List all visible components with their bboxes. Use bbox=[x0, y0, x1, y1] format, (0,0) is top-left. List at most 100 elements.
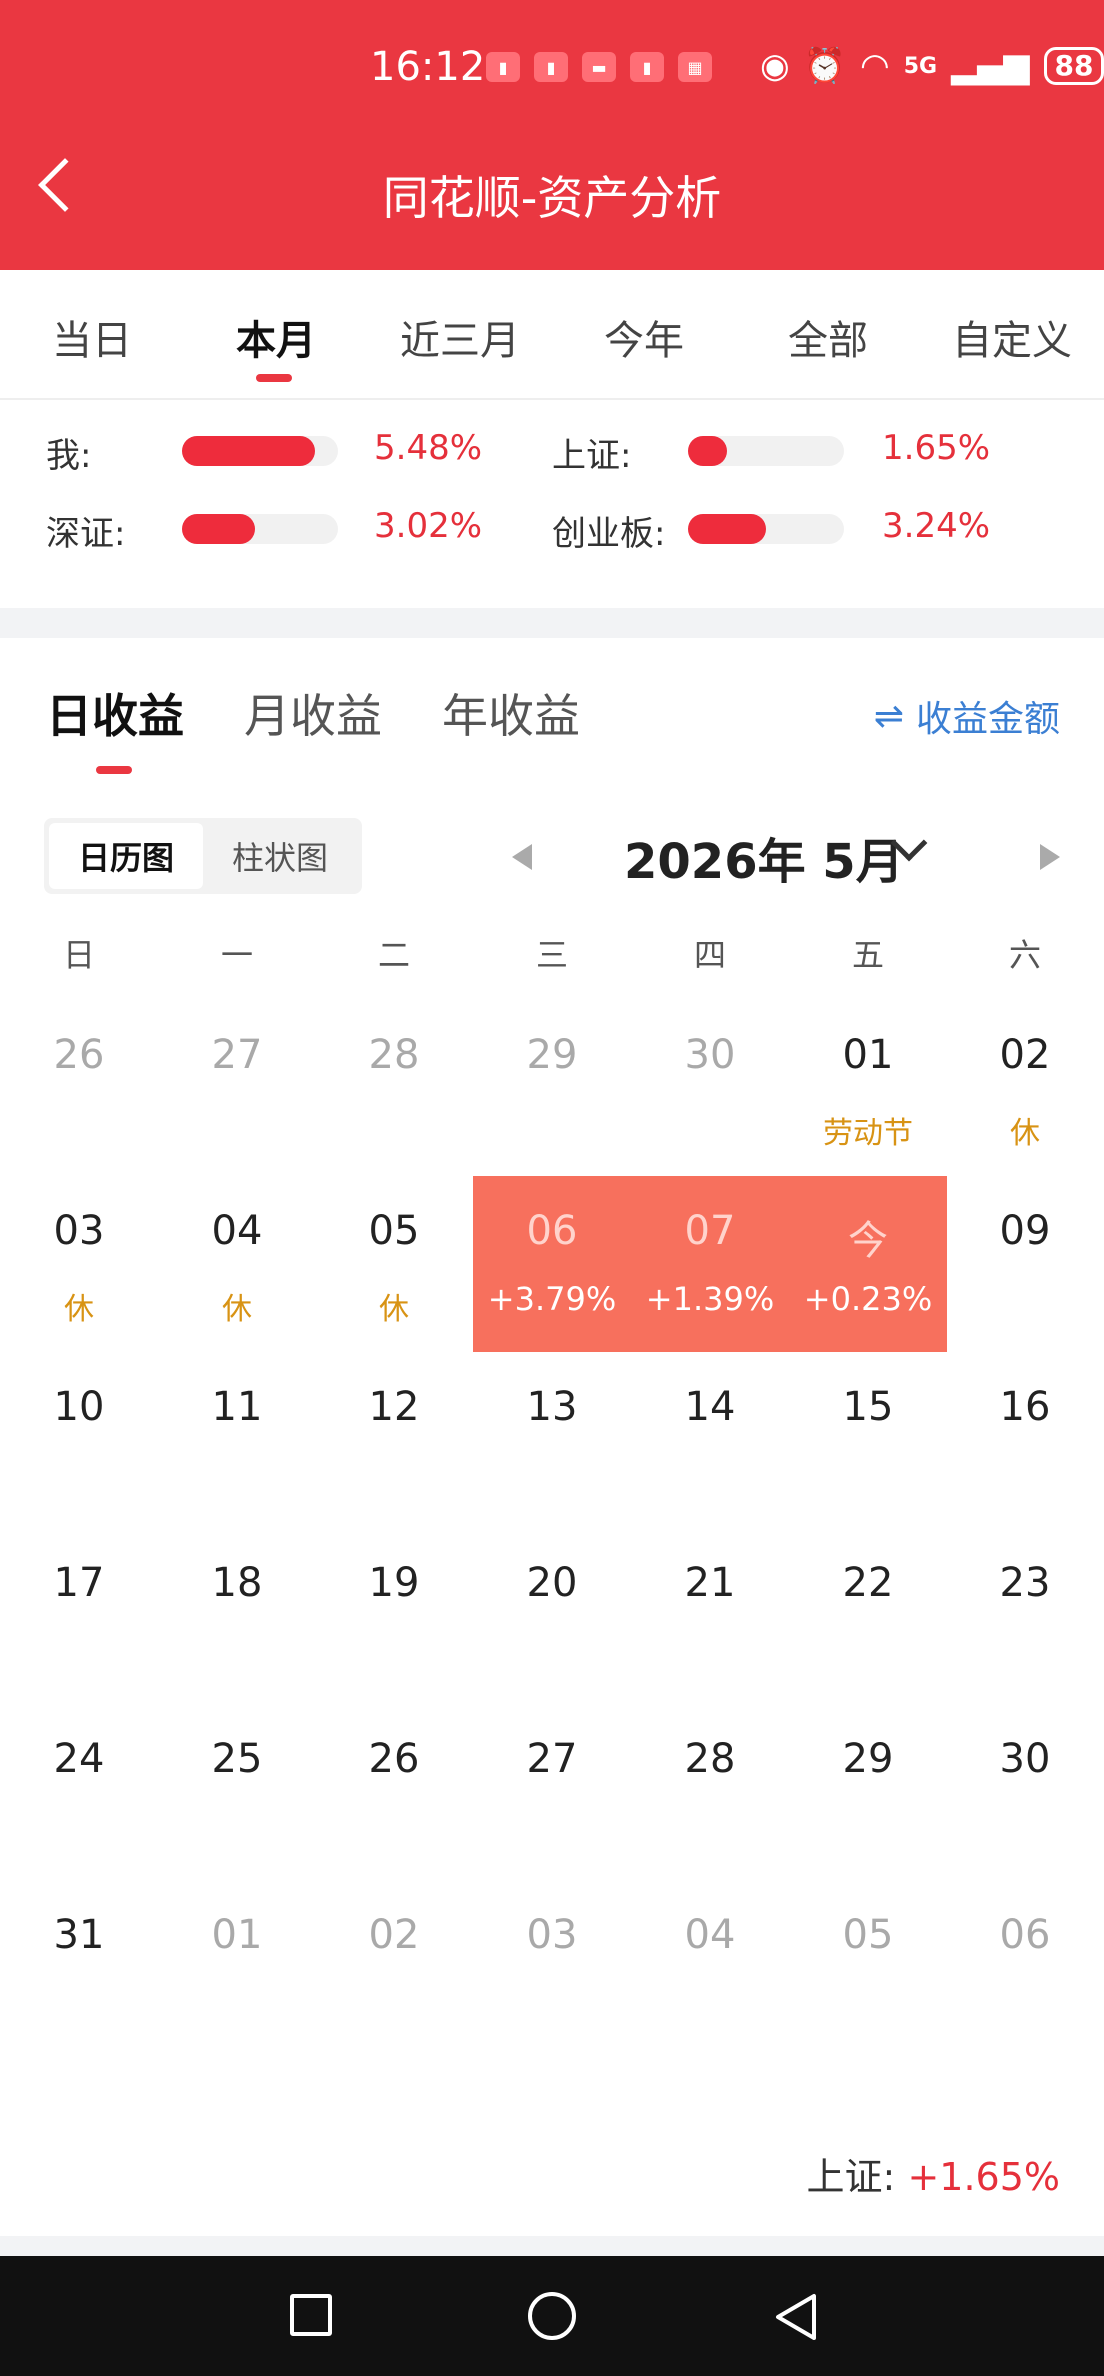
day-number: 09 bbox=[999, 1208, 1051, 1254]
next-month-arrow-icon[interactable] bbox=[1040, 844, 1060, 870]
day-number: 今 bbox=[848, 1218, 888, 1264]
calendar-day[interactable]: 10 bbox=[0, 1352, 158, 1528]
calendar-day[interactable]: 20 bbox=[473, 1528, 631, 1704]
tab-monthly-earnings[interactable]: 月收益 bbox=[244, 680, 382, 746]
calendar-day[interactable]: 26 bbox=[0, 1000, 158, 1176]
index-footer: 上证: +1.65% bbox=[807, 2146, 1060, 2201]
tab-yearly-earnings[interactable]: 年收益 bbox=[442, 680, 580, 746]
calendar-day[interactable]: 01 bbox=[158, 1880, 316, 2056]
calendar-day[interactable]: 24 bbox=[0, 1704, 158, 1880]
comparison-label: 上证: bbox=[552, 436, 632, 476]
calendar-day[interactable]: 12 bbox=[315, 1352, 473, 1528]
recent-apps-icon[interactable] bbox=[290, 2294, 332, 2336]
day-number: 27 bbox=[526, 1736, 578, 1782]
calendar-day-today[interactable]: 今 +0.23% bbox=[789, 1176, 947, 1352]
day-number: 27 bbox=[211, 1032, 263, 1078]
weekday-label: 日 bbox=[62, 936, 95, 974]
calendar-day[interactable]: 03 bbox=[473, 1880, 631, 2056]
calendar-day[interactable]: 05 休 bbox=[315, 1176, 473, 1352]
month-label[interactable]: 2026年 5月 bbox=[624, 822, 904, 892]
calendar-day[interactable]: 02 休 bbox=[946, 1000, 1104, 1176]
weekday-label: 一 bbox=[220, 936, 253, 974]
comparison-bar-track bbox=[688, 514, 844, 544]
comparison-label: 创业板: bbox=[552, 514, 666, 554]
app-header: 16:12 ▮ ▮ ▬ ▮ ▦ ◉ ⏰ ◠ 5G ▂▄▆ 88 同花顺-资产分析 bbox=[0, 0, 1104, 270]
prev-month-arrow-icon[interactable] bbox=[512, 844, 532, 870]
calendar-day[interactable]: 02 bbox=[315, 1880, 473, 2056]
calendar-day[interactable]: 17 bbox=[0, 1528, 158, 1704]
status-right-icons: ◉ ⏰ ◠ 5G ▂▄▆ 88 bbox=[760, 46, 1104, 86]
day-return: +3.79% bbox=[487, 1280, 617, 1318]
day-number: 03 bbox=[53, 1208, 105, 1254]
calendar-day[interactable]: 07 +1.39% bbox=[631, 1176, 789, 1352]
eye-icon: ◉ bbox=[760, 46, 790, 86]
app-notification-icon: ▮ bbox=[486, 52, 520, 82]
huawei-store-icon: ▬ bbox=[582, 52, 616, 82]
calendar-day[interactable]: 31 bbox=[0, 1880, 158, 2056]
tab-this-year[interactable]: 今年 bbox=[552, 308, 736, 366]
calendar-view-button[interactable]: 日历图 bbox=[49, 823, 203, 889]
signal-icon: ▂▄▆ bbox=[951, 46, 1030, 86]
calendar-day[interactable]: 21 bbox=[631, 1528, 789, 1704]
tab-last-three-months[interactable]: 近三月 bbox=[368, 308, 552, 366]
calendar-day[interactable]: 27 bbox=[158, 1000, 316, 1176]
status-bar: 16:12 ▮ ▮ ▬ ▮ ▦ ◉ ⏰ ◠ 5G ▂▄▆ 88 bbox=[0, 40, 1104, 94]
calendar-day[interactable]: 16 bbox=[946, 1352, 1104, 1528]
tab-all[interactable]: 全部 bbox=[736, 308, 920, 366]
day-holiday-label: 休 bbox=[1010, 1116, 1040, 1151]
calendar-day[interactable]: 11 bbox=[158, 1352, 316, 1528]
calendar-day[interactable]: 28 bbox=[315, 1000, 473, 1176]
calendar-day[interactable]: 19 bbox=[315, 1528, 473, 1704]
section-divider bbox=[0, 608, 1104, 638]
calendar-day[interactable]: 25 bbox=[158, 1704, 316, 1880]
calendar-day[interactable]: 14 bbox=[631, 1352, 789, 1528]
day-number: 14 bbox=[684, 1384, 736, 1430]
calendar-day[interactable]: 30 bbox=[631, 1000, 789, 1176]
calendar-day[interactable]: 06 +3.79% bbox=[473, 1176, 631, 1352]
calendar-day[interactable]: 15 bbox=[789, 1352, 947, 1528]
comparison-row: 创业板: 3.24% bbox=[552, 502, 1032, 554]
tab-custom[interactable]: 自定义 bbox=[920, 308, 1104, 366]
bar-chart-view-button[interactable]: 柱状图 bbox=[203, 823, 357, 889]
calendar-day[interactable]: 04 休 bbox=[158, 1176, 316, 1352]
day-number: 22 bbox=[842, 1560, 894, 1606]
calendar-day[interactable]: 09 bbox=[946, 1176, 1104, 1352]
wifi-icon: ◠ bbox=[860, 46, 890, 86]
day-number: 19 bbox=[368, 1560, 420, 1606]
calendar-day[interactable]: 28 bbox=[631, 1704, 789, 1880]
calendar-day[interactable]: 13 bbox=[473, 1352, 631, 1528]
calendar-day[interactable]: 23 bbox=[946, 1528, 1104, 1704]
day-number: 06 bbox=[526, 1208, 578, 1254]
tab-today[interactable]: 当日 bbox=[0, 308, 184, 366]
calendar-day[interactable]: 30 bbox=[946, 1704, 1104, 1880]
calendar-day[interactable]: 01 劳动节 bbox=[789, 1000, 947, 1176]
calendar-day[interactable]: 29 bbox=[789, 1704, 947, 1880]
notification-icons: ▮ ▮ ▬ ▮ ▦ bbox=[486, 52, 712, 82]
tab-this-month[interactable]: 本月 bbox=[184, 308, 368, 366]
day-holiday-label: 休 bbox=[64, 1292, 94, 1327]
calendar-day[interactable]: 18 bbox=[158, 1528, 316, 1704]
day-number: 25 bbox=[211, 1736, 263, 1782]
calendar-day[interactable]: 06 bbox=[946, 1880, 1104, 2056]
calendar-day[interactable]: 27 bbox=[473, 1704, 631, 1880]
section-divider bbox=[0, 2236, 1104, 2256]
weekday-label: 三 bbox=[535, 936, 568, 974]
day-number: 01 bbox=[211, 1912, 263, 1958]
tab-daily-earnings[interactable]: 日收益 bbox=[46, 680, 184, 746]
weekday-header: 日一二三四五六 bbox=[0, 930, 1104, 980]
day-number: 01 bbox=[842, 1032, 894, 1078]
calendar-day[interactable]: 29 bbox=[473, 1000, 631, 1176]
comparison-row: 我: 5.48% bbox=[46, 424, 496, 476]
day-number: 28 bbox=[368, 1032, 420, 1078]
network-type: 5G bbox=[903, 53, 938, 79]
calendar-day[interactable]: 26 bbox=[315, 1704, 473, 1880]
active-tab-indicator bbox=[256, 374, 292, 382]
earnings-amount-toggle[interactable]: ⇌ 收益金额 bbox=[874, 690, 1060, 742]
home-icon[interactable] bbox=[528, 2292, 576, 2340]
calendar-day[interactable]: 03 休 bbox=[0, 1176, 158, 1352]
day-number: 02 bbox=[999, 1032, 1051, 1078]
back-triangle-icon[interactable] bbox=[770, 2290, 824, 2344]
calendar-day[interactable]: 22 bbox=[789, 1528, 947, 1704]
calendar-day[interactable]: 04 bbox=[631, 1880, 789, 2056]
calendar-day[interactable]: 05 bbox=[789, 1880, 947, 2056]
